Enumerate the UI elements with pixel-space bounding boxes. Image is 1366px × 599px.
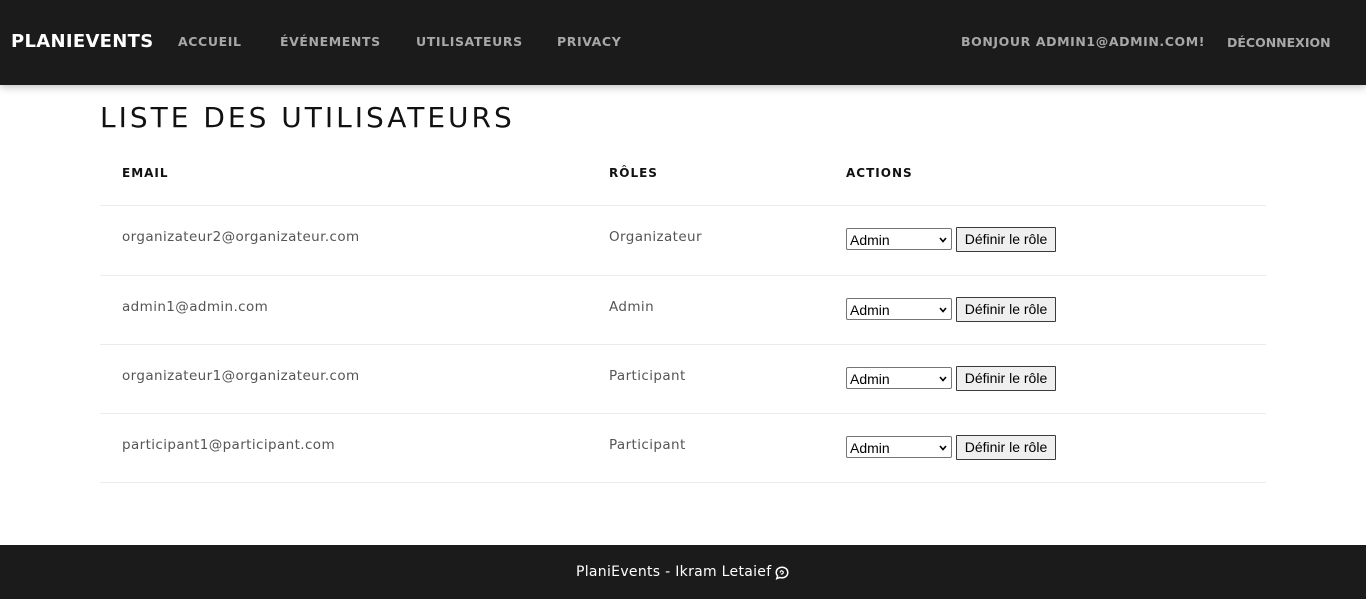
role-select-value: Admin — [850, 371, 890, 387]
table-row: organizateur2@organizateur.com Organizat… — [100, 205, 1266, 275]
logout-link[interactable]: DÉCONNEXION — [1227, 35, 1331, 50]
role-select[interactable]: Admin — [846, 298, 952, 320]
role-select-value: Admin — [850, 302, 890, 318]
column-header-email: EMAIL — [122, 166, 169, 180]
role-select[interactable]: Admin — [846, 436, 952, 458]
navbar: PLANIEVENTS ACCUEIL ÉVÉNEMENTS UTILISATE… — [0, 0, 1366, 85]
user-email: organizateur1@organizateur.com — [122, 368, 360, 384]
table-row: participant1@participant.com Participant… — [100, 413, 1266, 483]
set-role-button[interactable]: Définir le rôle — [956, 366, 1056, 391]
chevron-down-icon — [939, 445, 947, 451]
footer-credit: PlaniEvents - Ikram Letaief — [576, 564, 772, 580]
user-greeting: BONJOUR ADMIN1@ADMIN.COM! — [961, 34, 1206, 49]
page-title: LISTE DES UTILISATEURS — [100, 101, 515, 134]
chevron-down-icon — [939, 237, 947, 243]
nav-link-privacy[interactable]: PRIVACY — [557, 34, 621, 49]
user-email: admin1@admin.com — [122, 299, 269, 315]
footer: PlaniEvents - Ikram Letaief — [0, 545, 1366, 599]
brand-link[interactable]: PLANIEVENTS — [11, 31, 153, 53]
user-role: Organizateur — [609, 229, 702, 245]
nav-link-accueil[interactable]: ACCUEIL — [178, 34, 242, 49]
nav-link-evenements[interactable]: ÉVÉNEMENTS — [280, 34, 381, 49]
user-role: Participant — [609, 437, 686, 453]
user-email: participant1@participant.com — [122, 437, 336, 453]
chevron-down-icon — [939, 376, 947, 382]
table-row: organizateur1@organizateur.com Participa… — [100, 344, 1266, 414]
column-header-actions: ACTIONS — [846, 166, 913, 180]
nav-link-utilisateurs[interactable]: UTILISATEURS — [416, 34, 523, 49]
chat-icon — [775, 566, 789, 580]
set-role-button[interactable]: Définir le rôle — [956, 227, 1056, 252]
role-select-value: Admin — [850, 440, 890, 456]
role-select[interactable]: Admin — [846, 228, 952, 250]
user-role: Admin — [609, 299, 655, 315]
table-row: admin1@admin.com Admin Admin Définir le … — [100, 275, 1266, 345]
role-select[interactable]: Admin — [846, 367, 952, 389]
user-role: Participant — [609, 368, 686, 384]
set-role-button[interactable]: Définir le rôle — [956, 297, 1056, 322]
chevron-down-icon — [939, 307, 947, 313]
set-role-button[interactable]: Définir le rôle — [956, 435, 1056, 460]
role-select-value: Admin — [850, 232, 890, 248]
user-email: organizateur2@organizateur.com — [122, 229, 360, 245]
column-header-roles: RÔLES — [609, 166, 658, 180]
